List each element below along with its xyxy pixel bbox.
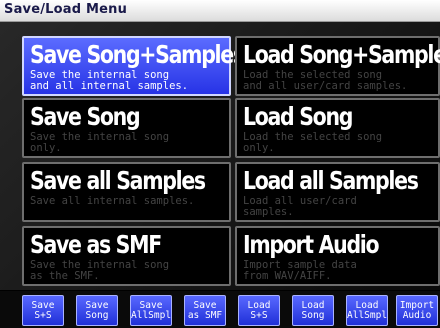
tile-description: Save the internal song only. xyxy=(30,131,170,154)
function-button-row: Save S+S Save Song Save AllSmpl Save as … xyxy=(0,291,440,328)
save-song-samples-tile[interactable]: Save Song+Samples Save the internal song… xyxy=(22,36,245,96)
tile-description: Load the selected song only. xyxy=(243,131,383,154)
save-as-smf-tile[interactable]: Save as SMF Save the internal song as th… xyxy=(22,226,231,286)
window-title: Save/Load Menu xyxy=(4,2,128,17)
menu-panel: Save Song+Samples Save the internal song… xyxy=(0,22,440,290)
import-audio-tile[interactable]: Import Audio Import sample data from WAV… xyxy=(235,226,440,286)
tile-title: Save all Samples xyxy=(30,166,206,195)
save-song-tile[interactable]: Save Song Save the internal song only. xyxy=(22,98,231,158)
title-bar: Save/Load Menu xyxy=(0,0,440,22)
tile-description: Load the selected song and all user/card… xyxy=(243,69,408,92)
tile-description: Save the internal song and all internal … xyxy=(30,69,189,92)
tile-description: Import sample data from WAV/AIFF. xyxy=(243,259,357,282)
tile-title: Load Song+Samples xyxy=(243,40,440,69)
tile-title: Import Audio xyxy=(243,230,380,259)
load-song-button[interactable]: Load Song xyxy=(292,295,334,326)
tile-title: Load Song xyxy=(243,102,353,131)
tile-title: Save Song xyxy=(30,102,141,131)
save-s-s-button[interactable]: Save S+S xyxy=(22,295,64,326)
tile-title: Load all Samples xyxy=(243,166,419,195)
tile-description: Load all user/card samples. xyxy=(243,195,357,218)
import-audio-button[interactable]: Import Audio xyxy=(396,295,438,326)
load-all-samples-button[interactable]: Load AllSmpl xyxy=(346,295,388,326)
tile-description: Save the internal song as the SMF. xyxy=(30,259,170,282)
load-song-tile[interactable]: Load Song Load the selected song only. xyxy=(235,98,440,158)
save-all-samples-button[interactable]: Save AllSmpl xyxy=(130,295,172,326)
save-song-button[interactable]: Save Song xyxy=(76,295,118,326)
tile-title: Save as SMF xyxy=(30,230,162,259)
save-as-smf-button[interactable]: Save as SMF xyxy=(184,295,226,326)
tile-title: Save Song+Samples xyxy=(30,40,245,69)
load-all-samples-tile[interactable]: Load all Samples Load all user/card samp… xyxy=(235,162,440,222)
load-song-samples-tile[interactable]: Load Song+Samples Load the selected song… xyxy=(235,36,440,96)
tile-description: Save all internal samples. xyxy=(30,195,195,207)
load-s-s-button[interactable]: Load S+S xyxy=(238,295,280,326)
save-all-samples-tile[interactable]: Save all Samples Save all internal sampl… xyxy=(22,162,231,222)
